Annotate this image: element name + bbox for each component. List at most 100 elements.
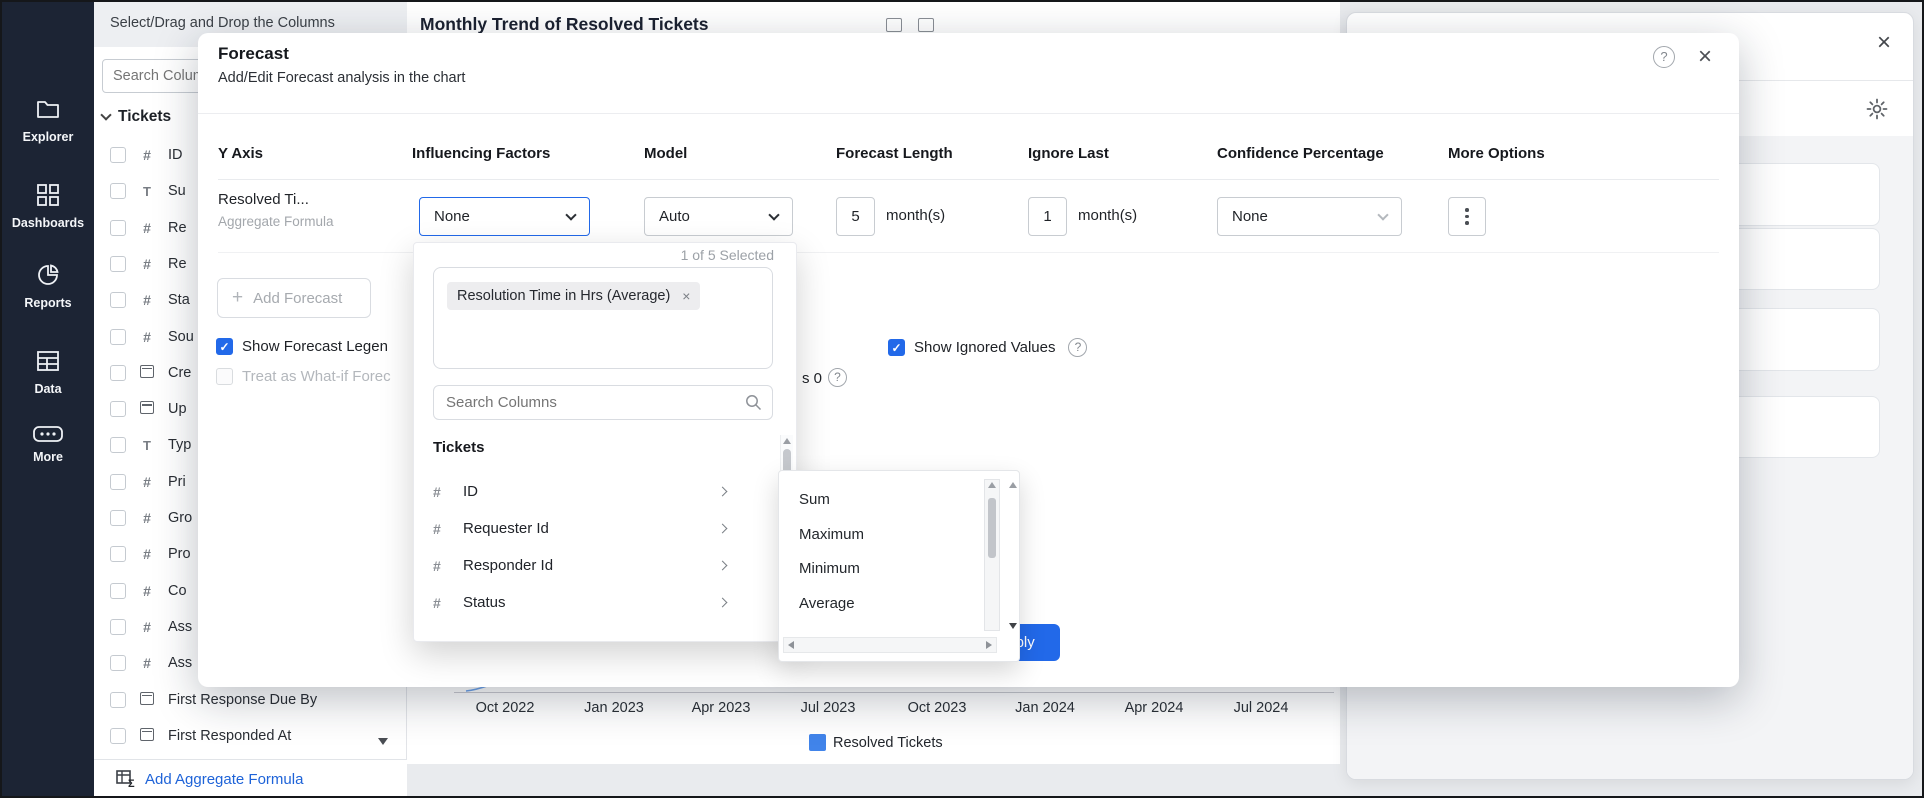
dropdown-item-id[interactable]: #ID (414, 473, 766, 510)
field-checkbox[interactable] (110, 401, 126, 417)
add-aggregate-bar[interactable]: Σ Add Aggregate Formula (94, 759, 407, 798)
submenu-scrollbar[interactable] (984, 479, 1000, 631)
scrollbar-thumb[interactable] (988, 498, 996, 558)
chip-remove-icon[interactable]: × (682, 288, 690, 304)
column-field-row[interactable]: #Sou (110, 325, 194, 349)
scroll-down-icon[interactable] (378, 738, 388, 745)
field-label: Sou (168, 329, 194, 345)
checkbox-checked[interactable]: ✓ (216, 338, 233, 355)
field-checkbox[interactable] (110, 728, 126, 744)
scroll-left-icon[interactable] (788, 641, 794, 649)
forecast-length-input[interactable] (836, 197, 875, 236)
column-field-row[interactable]: #Gro (110, 506, 192, 530)
sidebar-item-data[interactable]: Data (2, 348, 94, 398)
column-field-row[interactable]: Up (110, 397, 187, 421)
scroll-right-icon[interactable] (986, 641, 992, 649)
treat-whatif-option[interactable]: Treat as What-if Forec (216, 368, 391, 385)
field-checkbox[interactable] (110, 256, 126, 272)
help-icon[interactable]: ? (828, 368, 847, 387)
column-field-row[interactable]: First Responded At (110, 724, 291, 748)
column-field-row[interactable]: #Co (110, 579, 187, 603)
submenu-item-sum[interactable]: Sum (799, 483, 830, 517)
chart-menu-icon[interactable] (918, 18, 934, 32)
add-forecast-button[interactable]: + Add Forecast (217, 278, 371, 318)
field-checkbox[interactable] (110, 546, 126, 562)
dropdown-search-field[interactable] (433, 385, 773, 420)
scroll-up-icon[interactable] (783, 438, 791, 444)
show-forecast-legend-label: Show Forecast Legen (242, 338, 388, 355)
dropdown-item-requester-id[interactable]: #Requester Id (414, 510, 766, 547)
column-field-row[interactable]: TTyp (110, 433, 191, 457)
gear-icon[interactable] (1865, 97, 1889, 121)
table-icon (35, 348, 61, 374)
y-axis-sublabel: Aggregate Formula (218, 214, 334, 229)
submenu-item-minimum[interactable]: Minimum (799, 552, 860, 586)
field-checkbox[interactable] (110, 583, 126, 599)
column-field-row[interactable]: #Pro (110, 542, 191, 566)
close-icon[interactable]: × (1698, 43, 1712, 71)
field-label: Up (168, 401, 187, 417)
scroll-down-icon[interactable] (1009, 623, 1017, 629)
field-checkbox[interactable] (110, 147, 126, 163)
column-field-row[interactable]: #Ass (110, 615, 192, 639)
columns-group-tickets[interactable]: Tickets (102, 108, 171, 126)
dropdown-item-responder-id[interactable]: #Responder Id (414, 547, 766, 584)
modal-column-header: Model (644, 145, 687, 162)
column-field-row[interactable]: TSu (110, 179, 186, 203)
field-checkbox[interactable] (110, 220, 126, 236)
column-field-row[interactable]: #Ass (110, 651, 192, 675)
field-checkbox[interactable] (110, 510, 126, 526)
checkbox-checked[interactable]: ✓ (888, 339, 905, 356)
field-checkbox[interactable] (110, 183, 126, 199)
submenu-hscrollbar[interactable] (783, 637, 997, 653)
ignore-last-input[interactable] (1028, 197, 1067, 236)
field-label: Re (168, 256, 187, 272)
help-icon[interactable]: ? (1653, 46, 1675, 68)
field-checkbox[interactable] (110, 292, 126, 308)
chip-label: Resolution Time in Hrs (Average) (457, 288, 670, 304)
chart-legend[interactable]: Resolved Tickets (809, 734, 943, 751)
field-checkbox[interactable] (110, 692, 126, 708)
field-checkbox[interactable] (110, 437, 126, 453)
chevron-right-icon (718, 598, 728, 608)
model-dropdown[interactable]: Auto (644, 197, 793, 236)
legend-swatch (809, 734, 826, 751)
number-type-icon: # (138, 655, 156, 671)
sidebar-item-explorer[interactable]: Explorer (2, 96, 94, 146)
sidebar-item-reports[interactable]: Reports (2, 262, 94, 312)
sidebar-item-more[interactable]: More (2, 420, 94, 466)
influencing-factors-dropdown[interactable]: None (419, 197, 590, 236)
sidebar-item-dashboards[interactable]: Dashboards (2, 182, 94, 232)
dropdown-search[interactable] (433, 385, 773, 420)
submenu-item-average[interactable]: Average (799, 587, 855, 621)
column-field-row[interactable]: Cre (110, 361, 191, 385)
panel-close-icon[interactable]: × (1877, 31, 1891, 55)
submenu-item-maximum[interactable]: Maximum (799, 518, 864, 552)
more-options-button[interactable] (1448, 197, 1486, 236)
field-checkbox[interactable] (110, 329, 126, 345)
selected-chip[interactable]: Resolution Time in Hrs (Average) × (447, 282, 700, 310)
show-ignored-values-label: Show Ignored Values (914, 339, 1055, 356)
field-checkbox[interactable] (110, 474, 126, 490)
chart-maximize-icon[interactable] (886, 18, 902, 32)
dropdown-item-status[interactable]: #Status (414, 584, 766, 621)
confidence-percentage-dropdown[interactable]: None (1217, 197, 1402, 236)
field-checkbox[interactable] (110, 619, 126, 635)
add-aggregate-formula-link[interactable]: Add Aggregate Formula (145, 771, 303, 788)
field-checkbox[interactable] (110, 655, 126, 671)
scroll-up-icon[interactable] (988, 482, 996, 488)
column-field-row[interactable]: #Re (110, 252, 187, 276)
column-field-row[interactable]: #Re (110, 216, 187, 240)
column-field-row[interactable]: #Pri (110, 470, 186, 494)
help-icon[interactable]: ? (1068, 338, 1087, 357)
x-axis-tick-label: Jan 2024 (1015, 700, 1075, 716)
field-checkbox[interactable] (110, 365, 126, 381)
column-field-row[interactable]: #ID (110, 143, 183, 167)
show-ignored-values-option[interactable]: ✓ Show Ignored Values ? (888, 338, 1087, 357)
columns-group-label: Tickets (118, 108, 171, 126)
show-forecast-legend-option[interactable]: ✓ Show Forecast Legen (216, 338, 388, 355)
column-field-row[interactable]: #Sta (110, 288, 190, 312)
column-field-row[interactable]: First Response Due By (110, 688, 317, 712)
field-label: Su (168, 183, 186, 199)
scroll-up-icon[interactable] (1009, 482, 1017, 488)
